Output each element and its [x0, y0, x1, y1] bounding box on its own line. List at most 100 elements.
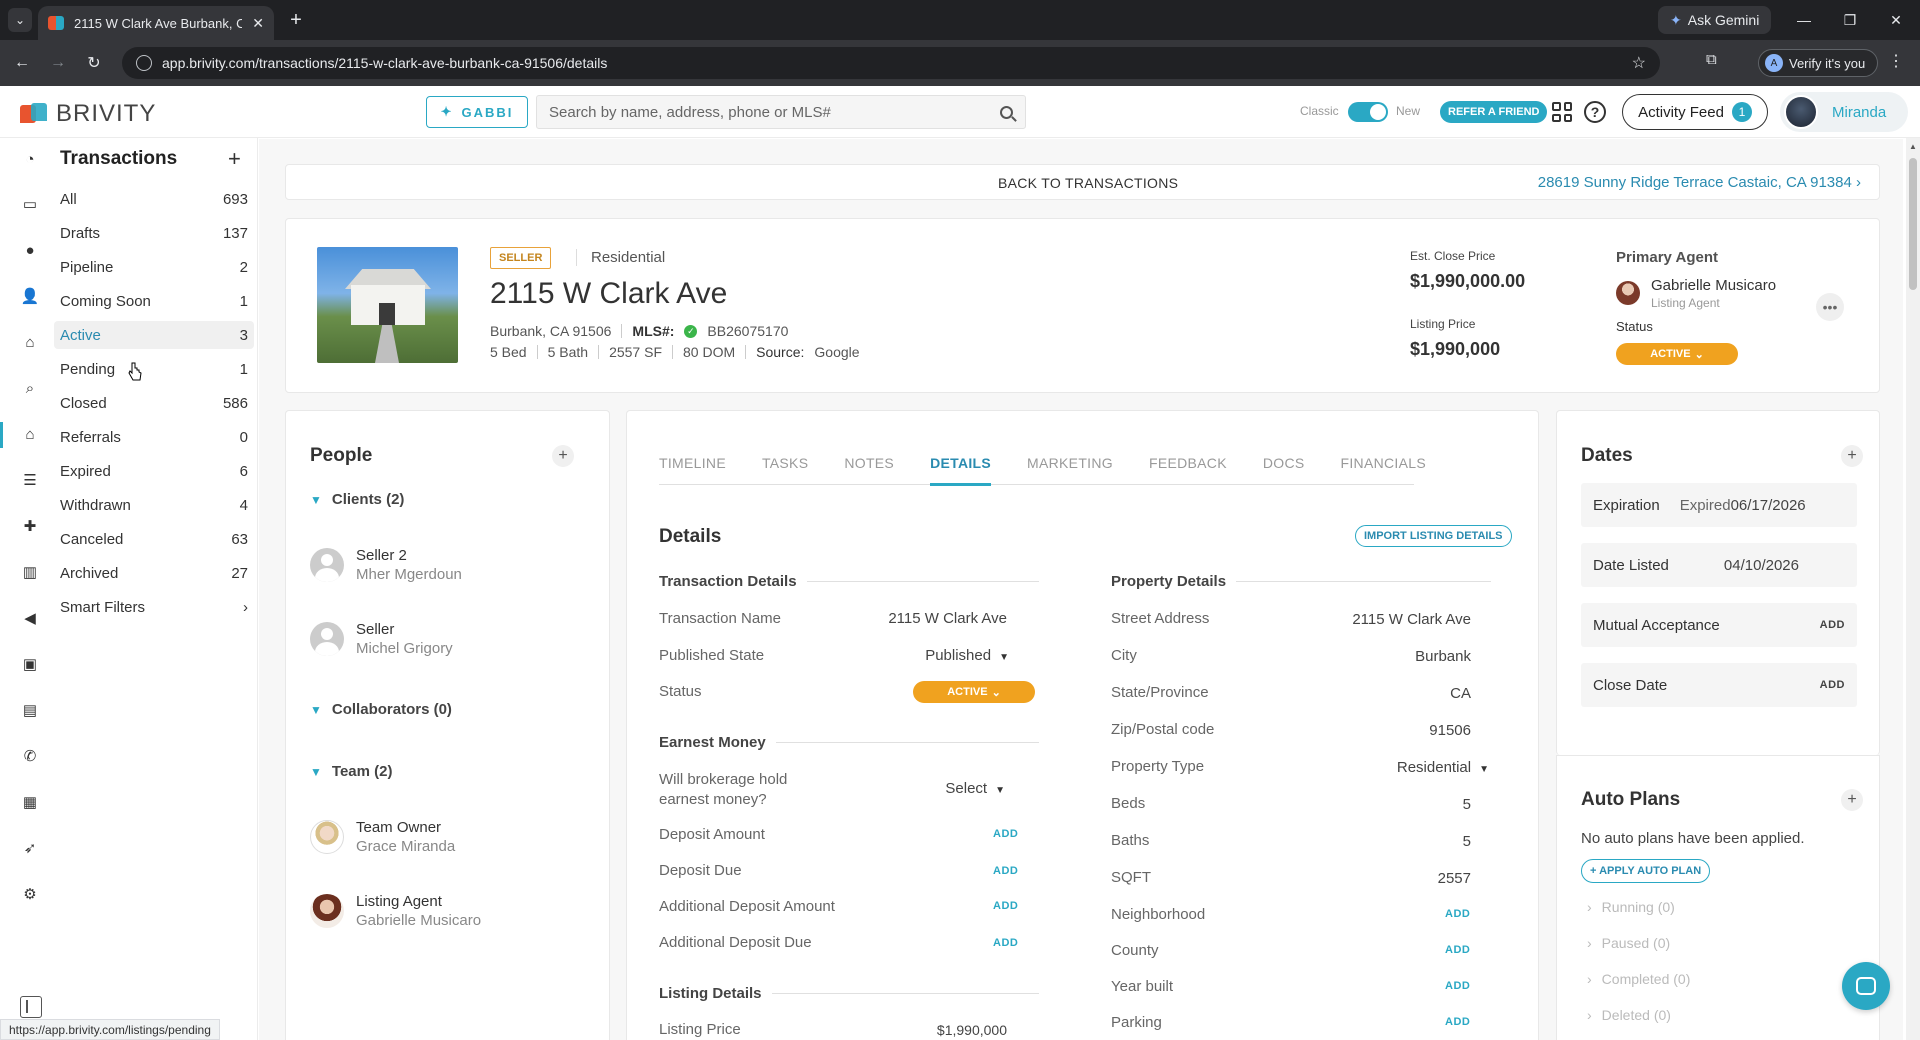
transaction-name-value[interactable]: 2115 W Clark Ave [827, 610, 1007, 627]
close-window-icon[interactable]: ✕ [1884, 8, 1908, 32]
address-bar[interactable]: app.brivity.com/transactions/2115-w-clar… [122, 47, 1660, 79]
person-row[interactable]: Listing Agent Gabrielle Musicaro [310, 893, 481, 929]
browser-tab-active[interactable]: 2115 W Clark Ave Burbank, CA ✕ [38, 6, 274, 40]
collaborators-group-toggle[interactable]: ▼ Collaborators (0) [310, 701, 452, 718]
sidebar-item-all[interactable]: All 693 [54, 185, 254, 213]
browser-menu-kebab-icon[interactable]: ⋮ [1888, 51, 1904, 71]
add-date-plus-icon[interactable]: + [1841, 445, 1863, 467]
apply-auto-plan-button[interactable]: + APPLY AUTO PLAN [1581, 859, 1711, 883]
sidebar-item-withdrawn[interactable]: Withdrawn 4 [54, 491, 254, 519]
user-menu-button[interactable]: Miranda [1780, 92, 1908, 132]
phone-icon[interactable]: ✆ [20, 747, 40, 765]
sidebar-item-pipeline[interactable]: Pipeline 2 [54, 253, 254, 281]
dashboard-gauge-icon[interactable]: ◔ [20, 150, 40, 168]
add-parking-link[interactable]: ADD [1445, 1016, 1470, 1028]
add-close-date-link[interactable]: ADD [1820, 679, 1845, 691]
import-listing-details-button[interactable]: IMPORT LISTING DETAILS [1355, 525, 1512, 547]
tab-timeline[interactable]: TIMELINE [659, 447, 726, 485]
drop-icon[interactable]: ● [20, 241, 40, 259]
add-deposit-due-link[interactable]: ADD [993, 865, 1018, 877]
verify-profile-button[interactable]: A Verify it's you [1758, 49, 1879, 77]
sidebar-item-pending[interactable]: Pending 1 [54, 355, 254, 383]
property-photo[interactable] [317, 247, 458, 363]
forward-arrow-icon[interactable]: → [46, 51, 70, 75]
calendar-icon[interactable]: ▦ [20, 793, 40, 811]
search-icon[interactable] [1000, 105, 1013, 119]
sidebar-item-active[interactable]: Active 3 [54, 321, 254, 349]
tab-notes[interactable]: NOTES [844, 447, 894, 485]
street-address-value[interactable]: 2115 W Clark Ave [1277, 611, 1471, 628]
tab-search-chevron-icon[interactable]: ⌄ [8, 8, 32, 32]
sqft-value[interactable]: 2557 [1277, 870, 1471, 887]
help-question-icon[interactable]: ? [1584, 101, 1606, 123]
more-options-icon[interactable]: ••• [1816, 293, 1844, 321]
person-icon[interactable]: 👤 [20, 287, 40, 305]
bar-chart-icon[interactable]: ▥ [20, 563, 40, 581]
add-mutual-acceptance-link[interactable]: ADD [1820, 619, 1845, 631]
status-dropdown[interactable]: ACTIVE ⌄ [913, 681, 1035, 703]
refer-a-friend-button[interactable]: REFER A FRIEND [1440, 101, 1548, 123]
sidebar-item-drafts[interactable]: Drafts 137 [54, 219, 254, 247]
listing-price-field-value[interactable]: $1,990,000 [827, 1022, 1007, 1038]
add-additional-deposit-due-link[interactable]: ADD [993, 937, 1018, 949]
extensions-puzzle-icon[interactable]: ⧉ [1706, 51, 1717, 68]
sidebar-item-coming-soon[interactable]: Coming Soon 1 [54, 287, 254, 315]
person-row[interactable]: Team Owner Grace Miranda [310, 819, 455, 855]
add-person-plus-icon[interactable]: + [552, 445, 574, 467]
megaphone-icon[interactable]: ◀ [20, 609, 40, 627]
tab-close-icon[interactable]: ✕ [252, 15, 264, 32]
tab-financials[interactable]: FINANCIALS [1341, 447, 1426, 485]
list-icon[interactable]: ☰ [20, 471, 40, 489]
auto-plan-group-paused[interactable]: › Paused (0) [1587, 935, 1670, 951]
sidebar-item-canceled[interactable]: Canceled 63 [54, 525, 254, 553]
add-deposit-amount-link[interactable]: ADD [993, 828, 1018, 840]
close-date-row[interactable]: Close Date ADD [1581, 663, 1857, 707]
reload-icon[interactable]: ↻ [82, 51, 106, 75]
chat-support-button[interactable] [1842, 962, 1890, 1010]
add-year-built-link[interactable]: ADD [1445, 980, 1470, 992]
apps-grid-icon[interactable] [1552, 102, 1572, 122]
mutual-acceptance-row[interactable]: Mutual Acceptance ADD [1581, 603, 1857, 647]
add-county-link[interactable]: ADD [1445, 944, 1470, 956]
add-auto-plan-plus-icon[interactable]: + [1841, 789, 1863, 811]
restore-window-icon[interactable]: ❐ [1838, 8, 1862, 32]
zip-value[interactable]: 91506 [1277, 722, 1471, 739]
scroll-thumb[interactable] [1909, 158, 1917, 290]
published-state-dropdown[interactable]: Published ▼ [827, 647, 1009, 664]
beds-value[interactable]: 5 [1277, 796, 1471, 813]
person-row[interactable]: Seller Michel Grigory [310, 621, 453, 657]
tab-tasks[interactable]: TASKS [762, 447, 808, 485]
search-input[interactable] [549, 103, 1000, 121]
add-transaction-plus-icon[interactable]: + [228, 146, 241, 172]
inbox-icon[interactable]: ▭ [20, 195, 40, 213]
expiration-date-row[interactable]: Expiration Expired 06/17/2026 [1581, 483, 1857, 527]
tab-marketing[interactable]: MARKETING [1027, 447, 1113, 485]
date-listed-row[interactable]: Date Listed 04/10/2026 [1581, 543, 1857, 587]
person-row[interactable]: Seller 2 Mher Mgerdoun [310, 547, 462, 583]
classic-new-toggle[interactable] [1348, 102, 1388, 122]
back-to-transactions-link[interactable]: BACK TO TRANSACTIONS [998, 175, 1178, 191]
new-tab-plus-icon[interactable]: + [284, 8, 308, 32]
sidebar-item-archived[interactable]: Archived 27 [54, 559, 254, 587]
ask-gemini-button[interactable]: ✦ Ask Gemini [1658, 6, 1772, 34]
sidebar-item-expired[interactable]: Expired 6 [54, 457, 254, 485]
rocket-icon[interactable]: ➶ [20, 839, 40, 857]
city-value[interactable]: Burbank [1277, 648, 1471, 665]
next-transaction-link[interactable]: 28619 Sunny Ridge Terrace Castaic, CA 91… [1538, 174, 1861, 191]
tab-details[interactable]: DETAILS [930, 447, 991, 486]
page-scrollbar[interactable]: ▲ [1906, 138, 1920, 1040]
sidebar-item-closed[interactable]: Closed 586 [54, 389, 254, 417]
property-type-dropdown[interactable]: Residential ▼ [1277, 759, 1489, 776]
brivity-logo[interactable]: BRIVITY [20, 100, 156, 128]
tab-docs[interactable]: DOCS [1263, 447, 1305, 485]
clients-group-toggle[interactable]: ▼ Clients (2) [310, 491, 404, 508]
minimize-window-icon[interactable]: — [1792, 8, 1816, 32]
team-group-toggle[interactable]: ▼ Team (2) [310, 763, 392, 780]
map-pin-icon[interactable]: ⌂ [20, 333, 40, 351]
home-icon[interactable]: ⌂ [20, 425, 40, 443]
add-additional-deposit-amount-link[interactable]: ADD [993, 900, 1018, 912]
puzzle-icon[interactable]: ✚ [20, 517, 40, 535]
add-neighborhood-link[interactable]: ADD [1445, 908, 1470, 920]
tab-feedback[interactable]: FEEDBACK [1149, 447, 1227, 485]
listing-status-dropdown[interactable]: ACTIVE ⌄ [1616, 343, 1738, 365]
